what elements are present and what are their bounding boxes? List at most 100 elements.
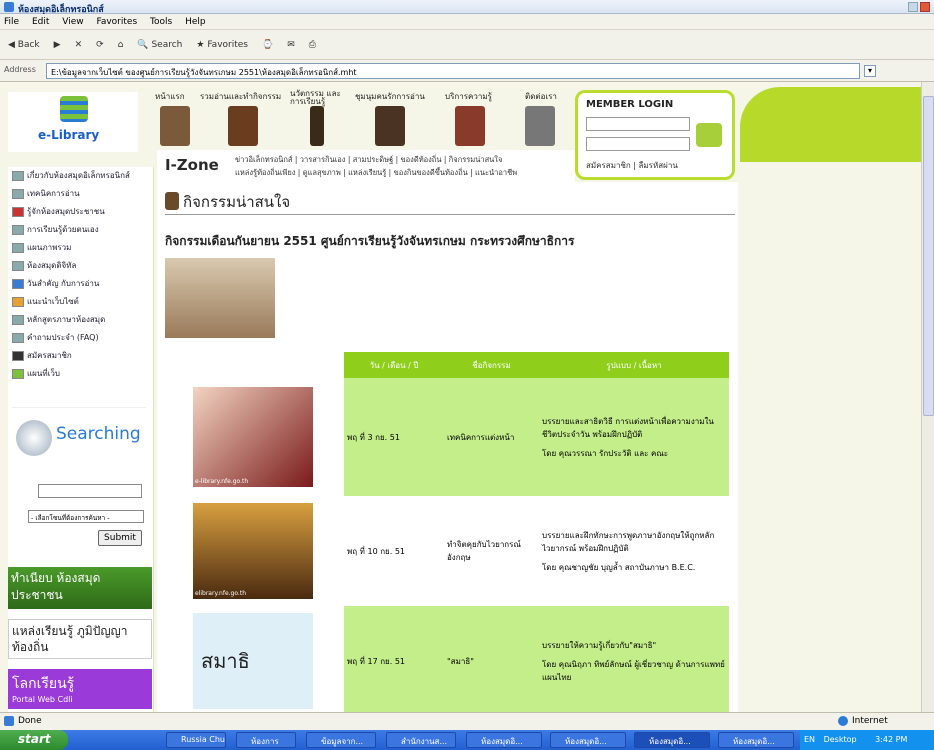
- address-dropdown-icon[interactable]: ▾: [864, 65, 876, 77]
- sidebar-icon: [12, 296, 24, 307]
- nav-service-icon[interactable]: [455, 106, 485, 146]
- banner-public-library[interactable]: ทำเนียบ ห้องสมุดประชาชน: [8, 567, 152, 609]
- login-links[interactable]: สมัครสมาชิก | ลืมรหัสผ่าน: [586, 159, 678, 172]
- row-content: บรรยายและฝึกทักษะการพูดภาษาอังกฤษให้ถูกห…: [539, 496, 729, 606]
- task-button[interactable]: Russia Chu...: [166, 732, 226, 748]
- sidebar-item-digital-library[interactable]: ห้องสมุดดิจิทัล: [12, 259, 76, 272]
- search-input[interactable]: [38, 484, 142, 498]
- nav-contact-icon[interactable]: [525, 106, 555, 146]
- nav-home-icon[interactable]: [160, 106, 190, 146]
- start-button[interactable]: start: [0, 730, 68, 750]
- menu-edit[interactable]: Edit: [32, 17, 49, 27]
- vertical-scrollbar[interactable]: [921, 82, 934, 712]
- izone-links-2[interactable]: แหล่งรู้ท้องถิ่นเพียง | ดูแลสุขภาพ | แหล…: [235, 167, 517, 179]
- task-button[interactable]: สำนักงานส...: [386, 732, 456, 748]
- task-button[interactable]: ห้องสมุดอิ...: [550, 732, 626, 748]
- sidebar-icon: [12, 368, 24, 379]
- sidebar-item-overview[interactable]: แผนภาพรวม: [12, 241, 71, 254]
- menu-file[interactable]: File: [4, 17, 19, 27]
- search-button[interactable]: 🔍 Search: [133, 38, 186, 52]
- login-key-button[interactable]: [696, 123, 722, 147]
- row-date: พฤ ที่ 17 กย. 51: [344, 606, 444, 712]
- home-icon[interactable]: ⌂: [114, 38, 128, 52]
- forward-button[interactable]: ▶: [50, 38, 65, 52]
- sidebar-item-faq[interactable]: คำถามประจำ (FAQ): [12, 331, 99, 344]
- table-row: elibrary.nfe.go.th พฤ ที่ 10 กย. 51 ทำจิ…: [184, 496, 729, 606]
- nav-home[interactable]: หน้าแรก: [155, 90, 185, 103]
- sidebar-icon: [12, 224, 24, 235]
- nav-read-icon[interactable]: [228, 106, 258, 146]
- row-presenter: โดย คุณวรรณา รักประวัติ และ คณะ: [542, 448, 669, 458]
- task-button[interactable]: ห้องการ: [236, 732, 296, 748]
- sidebar-item-register[interactable]: สมัครสมาชิก: [12, 349, 72, 362]
- sidebar-icon: [12, 206, 24, 217]
- sidebar-item-about[interactable]: เกี่ยวกับห้องสมุดอิเล็กทรอนิกส์: [12, 169, 130, 182]
- site-logo[interactable]: e-Library: [8, 92, 138, 152]
- nav-service[interactable]: บริการความรู้: [445, 90, 492, 103]
- izone-bar: I-Zone ข่าวอิเล็กทรอนิกส์ | วารสารกินเอง…: [157, 150, 575, 182]
- member-login-box: MEMBER LOGIN สมัครสมาชิก | ลืมรหัสผ่าน: [575, 90, 735, 180]
- nav-club-icon[interactable]: [375, 106, 405, 146]
- sidebar-icon: [12, 188, 24, 199]
- izone-links-1[interactable]: ข่าวอิเล็กทรอนิกส์ | วารสารกินเอง | สามป…: [235, 154, 502, 166]
- favorites-button[interactable]: ★ Favorites: [192, 38, 252, 52]
- nav-innovation[interactable]: นวัตกรรม และการเรียนรู้: [290, 90, 350, 106]
- search-zone-select[interactable]: - เลือกโซนที่ต้องการค้นหา -: [28, 510, 144, 523]
- nav-read[interactable]: รวมอ่านและทำกิจกรรม: [200, 90, 281, 103]
- row-date: พฤ ที่ 3 กย. 51: [344, 378, 444, 496]
- print-icon[interactable]: ⎙: [305, 38, 320, 52]
- back-label: Back: [17, 39, 40, 50]
- clock: 3:42 PM: [875, 735, 908, 744]
- sidebar-item-curriculum[interactable]: หลักสูตรภาษาห้องสมุด: [12, 313, 105, 326]
- address-input[interactable]: E:\ข้อมูลจากเว็บไซต์ ของศูนย์การเรียนรู้…: [46, 63, 860, 79]
- username-input[interactable]: [586, 117, 690, 131]
- submit-button[interactable]: Submit: [98, 530, 142, 546]
- menu-view[interactable]: View: [62, 17, 83, 27]
- task-button-active[interactable]: ห้องสมุดอิ...: [634, 732, 710, 748]
- menu-favorites[interactable]: Favorites: [96, 17, 137, 27]
- refresh-icon[interactable]: ⟳: [92, 38, 108, 52]
- photo-caption: e-library.nfe.go.th: [195, 478, 249, 485]
- logo-e-icon: [60, 96, 88, 122]
- task-button[interactable]: ห้องสมุดอิ...: [718, 732, 794, 748]
- activities-table: วัน / เดือน / ปี ชื่อกิจกรรม รูปแบบ / เน…: [184, 352, 729, 712]
- desktop-toolbar[interactable]: Desktop: [824, 735, 857, 744]
- section-title: กิจกรรมน่าสนใจ: [183, 193, 291, 211]
- col-content: รูปแบบ / เนื้อหา: [539, 352, 729, 378]
- sidebar-item-sitemap[interactable]: แผนที่เว็บ: [12, 367, 60, 380]
- row-image-cell: elibrary.nfe.go.th: [184, 496, 344, 606]
- sidebar-item-public-library[interactable]: รู้จักห้องสมุดประชาชน: [12, 205, 105, 218]
- sidebar-item-websites[interactable]: แนะนำเว็บไซต์: [12, 295, 79, 308]
- nav-club[interactable]: ชุมนุมคนรักการอ่าน: [355, 90, 425, 103]
- menu-help[interactable]: Help: [185, 17, 206, 27]
- password-input[interactable]: [586, 137, 690, 151]
- mail-icon[interactable]: ✉: [283, 38, 299, 52]
- scrollbar-thumb[interactable]: [923, 96, 934, 416]
- row-presenter: โดย คุณนิฤภา ทิพย์ลักษณ์ ผู้เชี่ยวชาญ ด้…: [542, 659, 725, 682]
- task-button[interactable]: ห้องสมุดอิ...: [466, 732, 542, 748]
- task-button[interactable]: ข้อมูลจาก...: [306, 732, 376, 748]
- language-indicator[interactable]: EN: [804, 735, 815, 744]
- nav-contact[interactable]: ติดต่อเรา: [525, 90, 557, 103]
- close-button[interactable]: [920, 2, 930, 12]
- back-button[interactable]: ◀ Back: [4, 38, 44, 52]
- status-text: Done: [18, 716, 42, 726]
- sidebar-item-technique[interactable]: เทคนิคการอ่าน: [12, 187, 80, 200]
- favorites-label: Favorites: [207, 39, 248, 50]
- menu-tools[interactable]: Tools: [150, 17, 172, 27]
- address-bar: Address E:\ข้อมูลจากเว็บไซต์ ของศูนย์การ…: [0, 60, 934, 82]
- sidebar-item-self-learning[interactable]: การเรียนรู้ด้วยตนเอง: [12, 223, 99, 236]
- sidebar-item-label: วันสำคัญ กับการอ่าน: [27, 279, 100, 288]
- minimize-button[interactable]: [908, 2, 918, 12]
- sidebar-item-important-days[interactable]: วันสำคัญ กับการอ่าน: [12, 277, 99, 290]
- address-label: Address: [4, 65, 36, 74]
- banner-learning-world[interactable]: โลกเรียนรู้ Portal Web Cdli: [8, 669, 152, 709]
- izone-title: I-Zone: [165, 156, 219, 174]
- sidebar-icon: [12, 242, 24, 253]
- nav-innovation-icon[interactable]: [310, 106, 324, 146]
- stop-icon[interactable]: ✕: [71, 38, 87, 52]
- header-green-band: [740, 87, 921, 162]
- select-value: - เลือกโซนที่ต้องการค้นหา -: [31, 514, 110, 522]
- banner-local-wisdom[interactable]: แหล่งเรียนรู้ ภูมิปัญญาท้องถิ่น: [8, 619, 152, 659]
- history-icon[interactable]: ⌚: [258, 38, 277, 52]
